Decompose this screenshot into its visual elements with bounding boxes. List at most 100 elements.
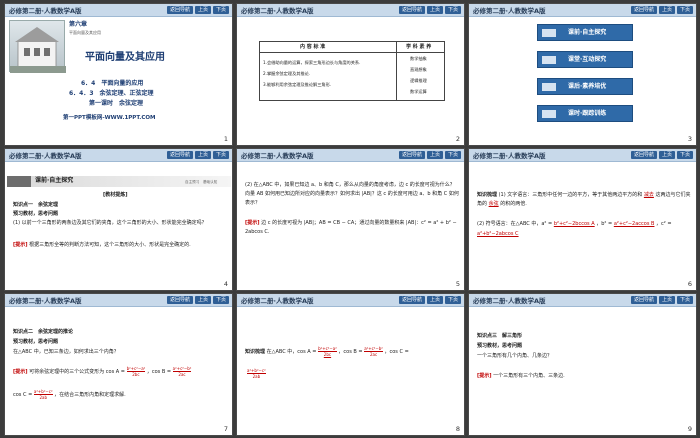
slide-header-title: 必修第二册·人教数学A版 [241,297,314,305]
fraction-denominator: 2ac [178,372,186,377]
nav-button[interactable]: 返回导航 [398,296,425,304]
slide-header-bar: 必修第二册·人教数学A版 返回导航 上页 下页 [237,4,464,17]
main-title: 平面向量及其应用 [85,52,165,63]
fraction-cos-b: a²+c²−b² 2ac [364,346,383,357]
menu-item-training[interactable]: 课时·跟踪训练 [537,105,633,122]
next-button[interactable]: 下页 [212,296,229,304]
slide-number: 7 [223,425,228,433]
literacy-item-1: 数学抽象 [410,56,427,61]
next-button[interactable]: 下页 [212,6,229,14]
standard-item-2: 2.掌握余弦定理及其推论. [263,71,311,76]
nav-button[interactable]: 返回导航 [630,6,657,14]
next-button[interactable]: 下页 [444,151,461,159]
preview-guide: 预习教材，思考问题 [477,343,523,349]
slide-number: 1 [223,135,228,143]
menu-item-label: 课时·跟踪训练 [568,110,607,117]
formula-line: (2) 符号语言：在△ABC 中，a² = b²+c²−2bccos A ，b²… [477,219,691,239]
column-header-standards: 内 容 标 准 [300,44,326,50]
slide-header-bar: 必修第二册·人教数学A版 返回导航 上页 下页 [5,294,232,307]
slide-thumbnail-7[interactable]: 必修第二册·人教数学A版 返回导航 上页 下页 知识点二 余弦定理的推论 预习教… [4,293,233,436]
slide-thumbnail-1[interactable]: 必修第二册·人教数学A版 返回导航 上页 下页 第六章 平面向量及其应用 平面向… [4,3,233,146]
prev-button[interactable]: 上页 [426,6,443,14]
literacy-item-4: 数学运算 [410,89,427,94]
prev-button[interactable]: 上页 [658,296,675,304]
slide-thumbnail-4[interactable]: 必修第二册·人教数学A版 返回导航 上页 下页 课前·自主探究 自主预习 基础认… [4,148,233,291]
preview-guide: 预习教材，思考问题 [13,211,59,217]
next-button[interactable]: 下页 [444,6,461,14]
answer-block: [提示] 边 c 的长度可视为 |AB|；AB = CB − CA；通过向量的数… [245,219,459,237]
answer-text: 一个三角形有三个内角、三条边. [493,373,565,379]
prev-button[interactable]: 上页 [194,6,211,14]
answer-tag: [提示] [13,369,28,375]
next-button[interactable]: 下页 [444,296,461,304]
knowledge-point-title: 知识点一 余弦定理 [13,202,59,208]
menu-item-preclass[interactable]: 课前·自主探究 [537,24,633,41]
slide-header-title: 必修第二册·人教数学A版 [9,7,82,15]
answer-text-c: cos C = [13,392,33,398]
blank-answer-cosine: 余弦 [488,201,499,207]
standard-item-1: 1.会借助向量的运算，探索三角形边长与角度的关系. [263,60,361,65]
slide-header-title: 必修第二册·人教数学A版 [473,7,546,15]
answer-block: [提示] 一个三角形有三个内角、三条边. [477,372,691,380]
next-button[interactable]: 下页 [212,151,229,159]
next-button[interactable]: 下页 [676,151,693,159]
formula-block: 知识梳理 在△ABC 中，cos A = b²+c²−a² 2bc ，cos B… [245,346,459,358]
next-button[interactable]: 下页 [676,6,693,14]
slide-header-title: 必修第二册·人教数学A版 [241,152,314,160]
heading-textbook: [教材提炼] [103,192,128,198]
prev-button[interactable]: 上页 [194,296,211,304]
literacy-item-2: 直观想象 [410,67,427,72]
slide-header-bar: 必修第二册·人教数学A版 返回导航 上页 下页 [469,149,696,162]
menu-item-label: 课前·自主探究 [568,29,607,36]
fraction-denominator: 2ac [369,352,378,357]
slide-number: 9 [687,425,692,433]
answer-text-d: ，在结合三角形内角和定理求解. [54,392,126,398]
section-banner-marker [7,176,31,187]
menu-item-inclass[interactable]: 课堂·互动探究 [537,51,633,68]
menu-item-icon [542,110,556,118]
slide-thumbnail-6[interactable]: 必修第二册·人教数学A版 返回导航 上页 下页 知识梳理 (1) 文字语言：三角… [468,148,697,291]
standard-item-3: 3.能够利用余弦定理及推论解三角形. [263,82,332,87]
formula-b-squared: a²+c²−2accos B [613,221,655,227]
prev-button[interactable]: 上页 [426,151,443,159]
nav-button[interactable]: 返回导航 [166,296,193,304]
menu-item-label: 课堂·互动探究 [568,56,607,63]
section-title-a: 6．4 平面向量的应用 [81,80,144,87]
slide-header-bar: 必修第二册·人教数学A版 返回导航 上页 下页 [237,294,464,307]
next-button[interactable]: 下页 [676,296,693,304]
fraction-denominator: 2bc [323,352,332,357]
menu-item-afterclass[interactable]: 课后·素养培优 [537,78,633,95]
slide-number: 4 [223,280,228,288]
nav-button[interactable]: 返回导航 [398,6,425,14]
nav-button[interactable]: 返回导航 [398,151,425,159]
answer-tag: [提示] [245,220,260,226]
slide-thumbnail-2[interactable]: 必修第二册·人教数学A版 返回导航 上页 下页 内 容 标 准 学 科 素 养 … [236,3,465,146]
fraction-cos-c: a²+b²−c² 2ab [33,389,53,400]
slide-header-bar: 必修第二册·人教数学A版 返回导航 上页 下页 [237,149,464,162]
slide-header-title: 必修第二册·人教数学A版 [473,152,546,160]
formula-text-a: 在△ABC 中，cos A = [266,349,317,355]
answer-text: 边 c 的长度可视为 |AB|；AB = CB − CA；通过向量的数量积来 |… [245,220,457,235]
prev-button[interactable]: 上页 [658,6,675,14]
chapter-sub-label: 平面向量及其应用 [69,30,101,35]
prev-button[interactable]: 上页 [194,151,211,159]
menu-item-icon [542,29,556,37]
slide-number: 8 [455,425,460,433]
slide-number: 2 [455,135,460,143]
answer-block: [提示] 根据三角形全等的判断方法可知，这个三角形的大小、形状是完全确定的. [13,241,225,249]
slide-thumbnail-8[interactable]: 必修第二册·人教数学A版 返回导航 上页 下页 知识梳理 在△ABC 中，cos… [236,293,465,436]
literacy-item-3: 逻辑推理 [410,78,427,83]
question-text: (2) 在△ABC 中，如果已知边 a、b 和角 C，那么从向量的角度考虑，边 … [245,182,459,206]
slide-thumbnail-5[interactable]: 必修第二册·人教数学A版 返回导航 上页 下页 (2) 在△ABC 中，如果已知… [236,148,465,291]
slide-thumbnail-3[interactable]: 必修第二册·人教数学A版 返回导航 上页 下页 课前·自主探究 课堂·互动探究 … [468,3,697,146]
nav-button[interactable]: 返回导航 [630,151,657,159]
prev-button[interactable]: 上页 [658,151,675,159]
slide-thumbnail-9[interactable]: 必修第二册·人教数学A版 返回导航 上页 下页 知识点三 解三角形 预习教材，思… [468,293,697,436]
nav-button[interactable]: 返回导航 [166,151,193,159]
slide-header-title: 必修第二册·人教数学A版 [241,7,314,15]
nav-button[interactable]: 返回导航 [630,296,657,304]
prev-button[interactable]: 上页 [426,296,443,304]
fraction-cos-a: b²+c²−a² 2bc [318,346,337,357]
table-divider [396,42,397,100]
nav-button[interactable]: 返回导航 [166,6,193,14]
